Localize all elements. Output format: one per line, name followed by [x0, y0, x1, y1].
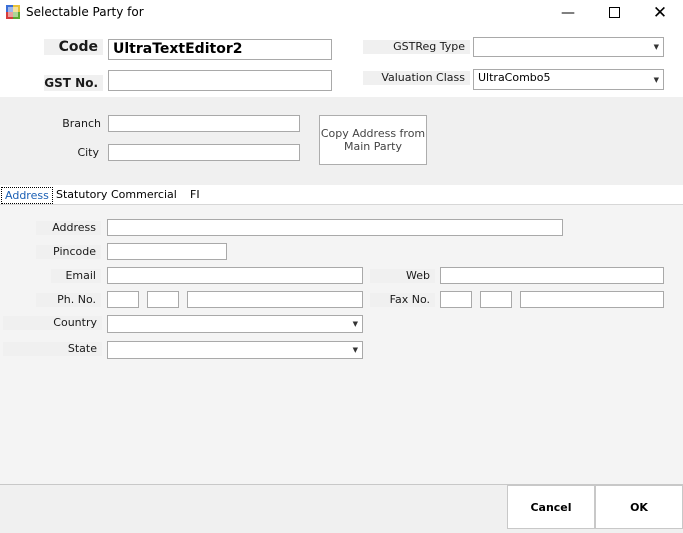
phone-country-code-field[interactable]: [107, 291, 139, 308]
email-label: Email: [51, 269, 101, 283]
gstreg-type-label: GSTReg Type: [363, 40, 470, 54]
window-title: Selectable Party for: [26, 5, 144, 19]
copy-address-button-line1: Copy Address from: [320, 127, 426, 140]
tab-fi[interactable]: FI: [187, 187, 203, 204]
phone-number-field[interactable]: [187, 291, 363, 308]
close-icon[interactable]: ✕: [637, 0, 683, 25]
fax-label: Fax No.: [370, 293, 435, 307]
phone-label: Ph. No.: [36, 293, 101, 307]
valuation-class-label: Valuation Class: [363, 71, 470, 85]
copy-address-button[interactable]: Copy Address from Main Party: [319, 115, 427, 165]
code-field[interactable]: UltraTextEditor2: [108, 39, 332, 60]
web-field[interactable]: [440, 267, 664, 284]
gstreg-type-select[interactable]: ▼: [473, 37, 664, 57]
valuation-class-select[interactable]: UltraCombo5 ▼: [473, 69, 664, 90]
fax-country-code-field[interactable]: [440, 291, 472, 308]
phone-area-code-field[interactable]: [147, 291, 179, 308]
chevron-down-icon: ▼: [352, 320, 358, 328]
chevron-down-icon: ▼: [352, 346, 358, 354]
fax-number-field[interactable]: [520, 291, 664, 308]
tab-commercial[interactable]: Commercial: [108, 187, 180, 204]
city-label: City: [77, 146, 99, 159]
pincode-label: Pincode: [36, 245, 101, 259]
web-label: Web: [370, 269, 435, 283]
city-field[interactable]: [108, 144, 300, 161]
branch-field[interactable]: [108, 115, 300, 132]
country-select[interactable]: ▼: [107, 315, 363, 333]
title-bar: Selectable Party for — ✕: [0, 0, 683, 25]
cancel-button[interactable]: Cancel: [507, 485, 595, 529]
minimize-icon[interactable]: —: [545, 0, 591, 25]
pincode-field[interactable]: [107, 243, 227, 260]
copy-address-button-line2: Main Party: [344, 140, 402, 153]
state-select[interactable]: ▼: [107, 341, 363, 359]
branch-label: Branch: [62, 117, 101, 130]
country-label: Country: [3, 316, 102, 330]
ok-button[interactable]: OK: [595, 485, 683, 529]
fax-area-code-field[interactable]: [480, 291, 512, 308]
maximize-icon[interactable]: [591, 0, 637, 25]
tab-statutory[interactable]: Statutory: [53, 187, 110, 204]
gst-no-field[interactable]: [108, 70, 332, 91]
gst-no-label: GST No.: [44, 75, 103, 91]
chevron-down-icon: ▼: [653, 75, 659, 84]
state-label: State: [3, 342, 102, 356]
chevron-down-icon: ▼: [653, 43, 659, 51]
app-icon: [6, 5, 20, 19]
email-field[interactable]: [107, 267, 363, 284]
address-field[interactable]: [107, 219, 563, 236]
tab-address[interactable]: Address: [1, 187, 53, 204]
address-label: Address: [36, 221, 101, 235]
code-label: Code: [44, 39, 103, 55]
